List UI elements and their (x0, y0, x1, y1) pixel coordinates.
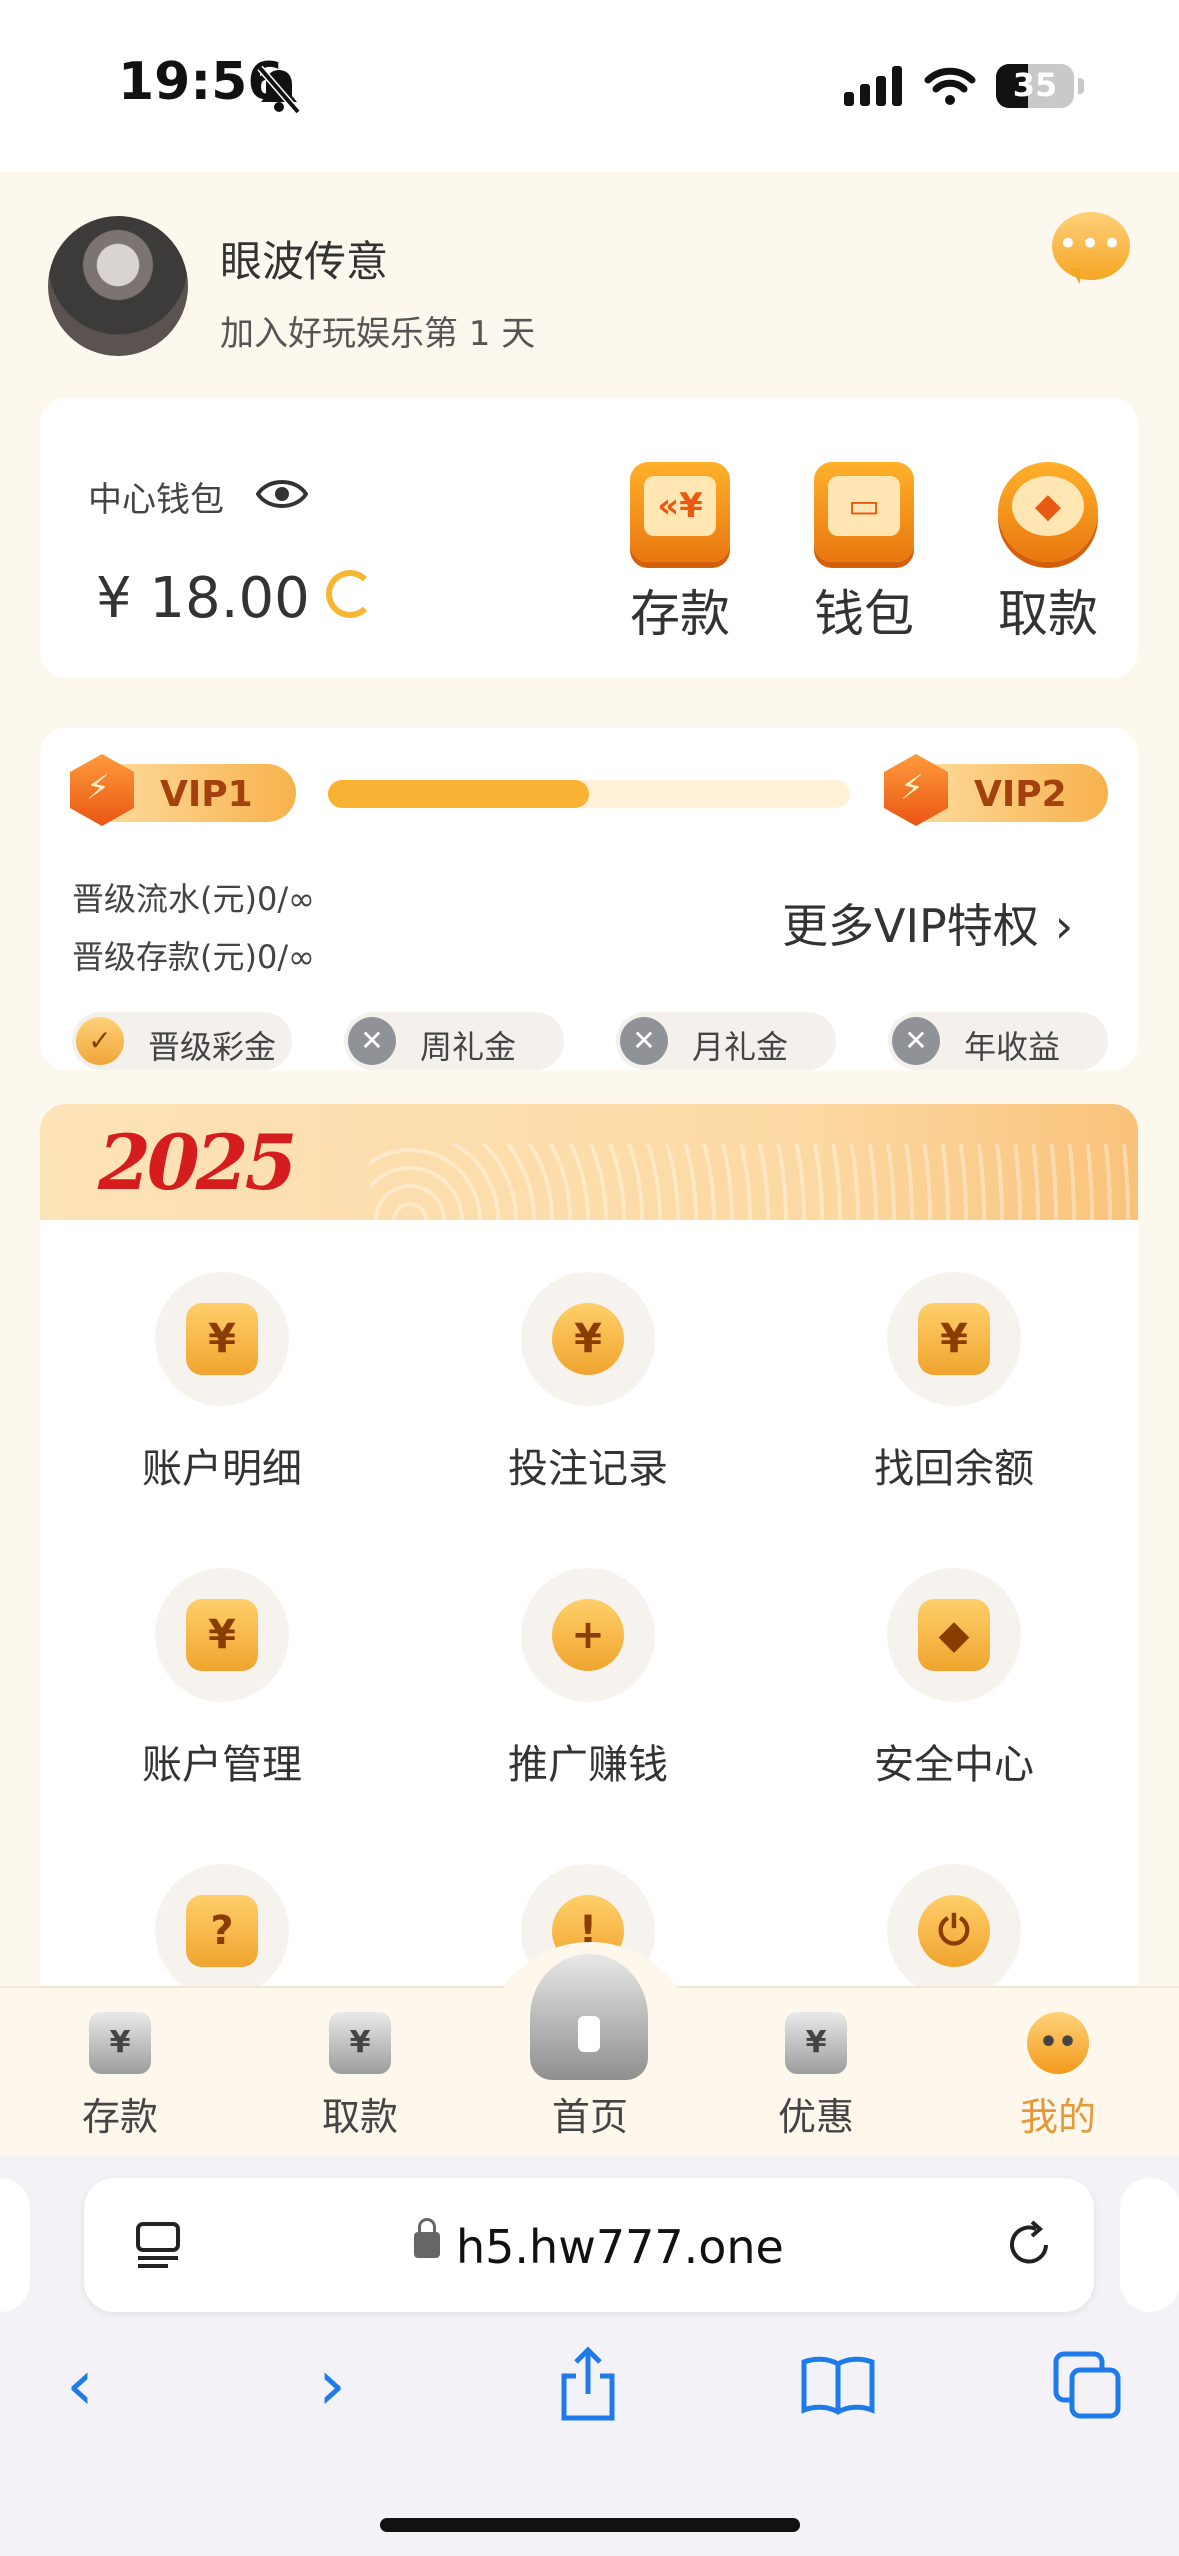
vip-progress-bar (328, 780, 850, 808)
back-icon[interactable]: ‹ (66, 2344, 94, 2426)
tab-deposit[interactable]: ¥ 存款 (20, 2012, 220, 2141)
customer-service-chat-icon[interactable]: ••• (1052, 212, 1130, 284)
cross-icon: ✕ (892, 1017, 940, 1065)
tab-withdraw[interactable]: ¥ 取款 (260, 2012, 460, 2141)
deposit-button[interactable]: «¥ (630, 462, 730, 562)
refresh-balance-icon[interactable] (326, 570, 374, 618)
vip-next-label: VIP2 (974, 774, 1067, 815)
menu-account-detail[interactable]: ¥ 账户明细 (42, 1272, 402, 1494)
withdraw-button-label[interactable]: 取款 (968, 574, 1128, 646)
check-icon: ✓ (76, 1017, 124, 1065)
signal-icon (844, 66, 902, 106)
more-vip-link[interactable]: 更多VIP特权 › (782, 890, 1073, 956)
security-shield-icon: ◆ (918, 1599, 990, 1671)
deposit-button-label[interactable]: 存款 (600, 574, 760, 646)
bet-record-icon: ¥ (552, 1303, 624, 1375)
perk-item: ✓ 晋级彩金 (72, 1012, 292, 1070)
avatar[interactable] (48, 216, 188, 356)
menu-label: 找回余额 (874, 1446, 1034, 1492)
eye-icon[interactable] (256, 474, 308, 514)
help-icon: ? (186, 1895, 258, 1967)
more-vip-label: 更多VIP特权 (782, 899, 1039, 953)
account-detail-icon: ¥ (186, 1303, 258, 1375)
menu-label: 账户管理 (142, 1742, 302, 1788)
promote-icon: + (552, 1599, 624, 1671)
next-tab-peek[interactable] (1120, 2178, 1179, 2312)
wallet-icon: ▭ (814, 462, 914, 562)
menu-account-manage[interactable]: ¥ 账户管理 (42, 1568, 402, 1790)
forward-icon[interactable]: › (318, 2344, 346, 2426)
perk-label: 晋级彩金 (148, 1028, 277, 1066)
wave-pattern (370, 1144, 1130, 1220)
menu-bet-record[interactable]: ¥ 投注记录 (408, 1272, 768, 1494)
withdraw-icon: ◆ (998, 462, 1098, 562)
tab-mine[interactable]: •• 我的 (958, 2012, 1158, 2141)
wallet-balance: ¥ 18.00 (96, 566, 310, 631)
deposit-icon: «¥ (630, 462, 730, 562)
cross-icon: ✕ (348, 1017, 396, 1065)
share-icon[interactable] (556, 2346, 620, 2422)
recover-balance-icon: ¥ (918, 1303, 990, 1375)
home-indicator (380, 2518, 800, 2532)
wallet-label: 中心钱包 (88, 480, 224, 520)
wifi-icon (924, 67, 976, 105)
perk-item: ✕ 周礼金 (344, 1012, 564, 1070)
tab-promo[interactable]: ¥ 优惠 (716, 2012, 916, 2141)
menu-label: 账户明细 (142, 1446, 302, 1492)
deposit-tab-icon: ¥ (89, 2012, 151, 2074)
withdraw-button[interactable]: ◆ (998, 462, 1098, 562)
perk-label: 周礼金 (420, 1028, 517, 1066)
vip-requirement-turnover: 晋级流水(元)0/∞ (72, 880, 315, 918)
menu-security-center[interactable]: ◆ 安全中心 (774, 1568, 1134, 1790)
tabs-icon[interactable] (1052, 2350, 1122, 2420)
tab-label: 优惠 (777, 2095, 854, 2139)
menu-label: 安全中心 (874, 1742, 1034, 1788)
new-year-banner: 2025 (40, 1104, 1138, 1220)
chevron-right-icon: › (1054, 899, 1074, 953)
perk-label: 月礼金 (692, 1028, 789, 1066)
vip-progress-fill (328, 780, 589, 808)
lock-icon (414, 2218, 440, 2258)
tab-label: 我的 (1019, 2095, 1096, 2139)
wallet-button-label[interactable]: 钱包 (784, 574, 944, 646)
prev-tab-peek[interactable] (0, 2178, 30, 2312)
mine-tab-icon: •• (1027, 2012, 1089, 2074)
withdraw-tab-icon: ¥ (329, 2012, 391, 2074)
perk-item: ✕ 年收益 (888, 1012, 1108, 1070)
home-tab-icon[interactable] (530, 1954, 648, 2080)
power-icon: ⏻ (918, 1895, 990, 1967)
cross-icon: ✕ (620, 1017, 668, 1065)
page-menu-icon[interactable] (134, 2220, 184, 2270)
perk-item: ✕ 月礼金 (616, 1012, 836, 1070)
username: 眼波传意 (220, 237, 389, 286)
vip-current-badge: VIP1 (70, 754, 296, 826)
banner-logo-2025: 2025 (98, 1118, 298, 1207)
tab-label: 取款 (321, 2095, 398, 2139)
menu-logout[interactable]: ⏻ (774, 1864, 1134, 1998)
url-text[interactable]: h5.hw777.one (456, 2220, 784, 2274)
reload-icon[interactable] (1002, 2218, 1056, 2272)
battery-icon: 35 (996, 64, 1084, 108)
account-manage-icon: ¥ (186, 1599, 258, 1671)
bookmarks-icon[interactable] (800, 2354, 876, 2416)
vip-next-badge: VIP2 (884, 754, 1108, 826)
menu-recover-balance[interactable]: ¥ 找回余额 (774, 1272, 1134, 1494)
wallet-button[interactable]: ▭ (814, 462, 914, 562)
menu-label: 推广赚钱 (508, 1742, 668, 1788)
tab-label: 首页 (551, 2095, 628, 2139)
menu-label: 投注记录 (508, 1446, 668, 1492)
vip-current-label: VIP1 (160, 774, 253, 815)
join-days-text: 加入好玩娱乐第 1 天 (220, 314, 536, 354)
tab-label: 存款 (81, 2095, 158, 2139)
menu-promote[interactable]: + 推广赚钱 (408, 1568, 768, 1790)
tab-home[interactable]: 首页 (490, 2086, 690, 2141)
mute-bell-icon (257, 65, 301, 115)
menu-help[interactable]: ? (42, 1864, 402, 1998)
perk-label: 年收益 (964, 1028, 1061, 1066)
vip-requirement-deposit: 晋级存款(元)0/∞ (72, 938, 315, 976)
promo-tab-icon: ¥ (785, 2012, 847, 2074)
battery-level: 35 (1012, 66, 1058, 104)
